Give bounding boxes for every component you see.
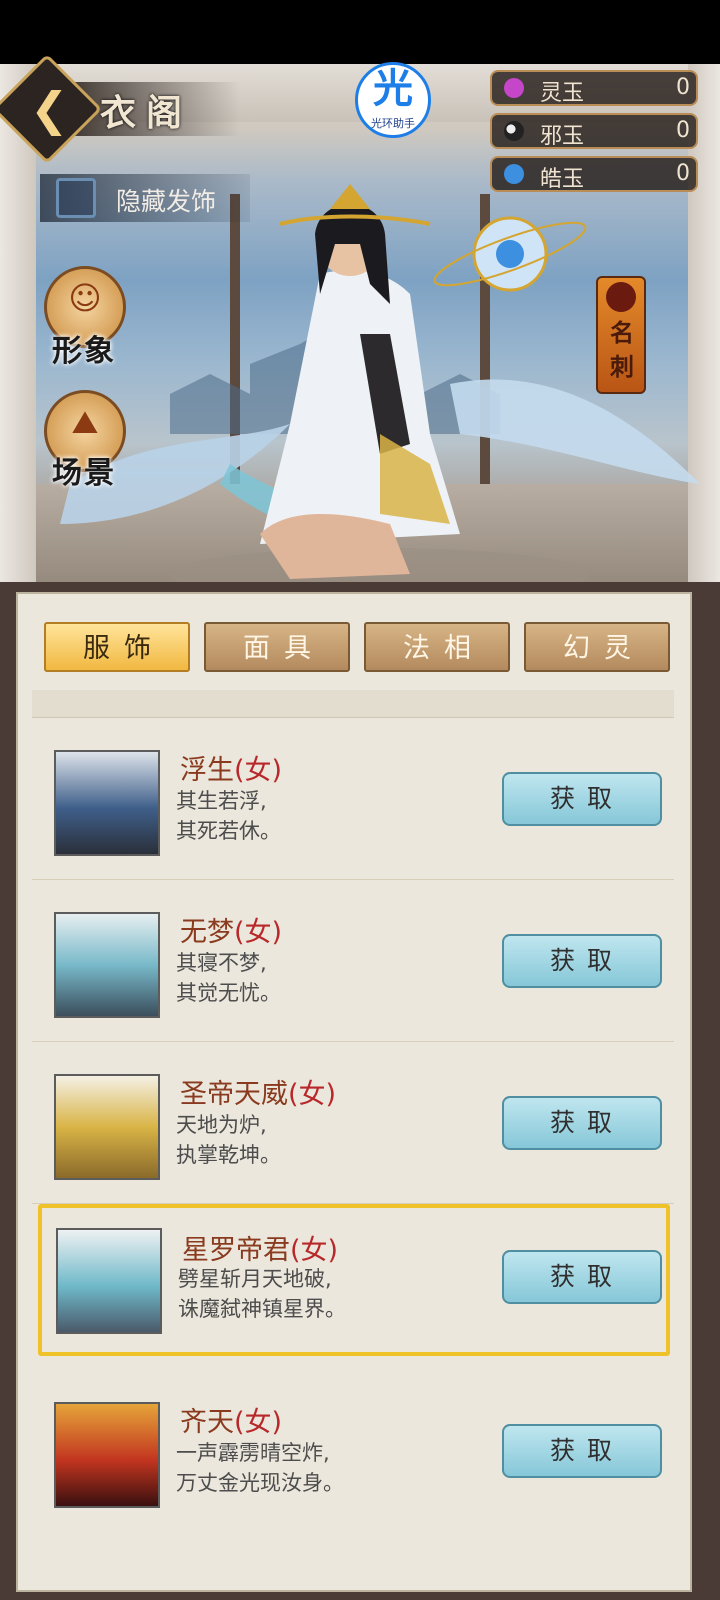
currency-value: 0 (676, 161, 690, 186)
name-card-label: 名刺 (610, 318, 634, 381)
currency-lingyu: 灵玉 0 (490, 70, 698, 106)
item-title: 星罗帝君 (182, 1235, 290, 1266)
desc-line: 其寝不梦, (176, 951, 267, 975)
list-header (32, 690, 674, 718)
currency-value: 0 (676, 118, 690, 143)
tab-mask[interactable]: 面具 (204, 622, 350, 672)
desc-line: 执掌乾坤。 (176, 1143, 281, 1167)
yin-yang-icon (504, 121, 524, 141)
appearance-label: 形象 (52, 334, 116, 369)
outfit-thumbnail (56, 1228, 162, 1334)
list-item: 齐天(女) 一声霹雳晴空炸, 万丈金光现汝身。 获取 (32, 1370, 674, 1532)
currency-name: 邪玉 (540, 124, 585, 149)
desc-line: 一声霹雳晴空炸, (176, 1441, 330, 1465)
currency-name: 皓玉 (540, 167, 585, 192)
outfit-thumbnail (54, 750, 160, 856)
obtain-button[interactable]: 获取 (502, 772, 662, 826)
currency-value: 0 (676, 75, 690, 100)
page-title: 衣阁 (100, 92, 193, 134)
currency-haoyu: 皓玉 0 (490, 156, 698, 192)
character-figure (60, 184, 700, 600)
item-description: 其生若浮, 其死若休。 (176, 786, 281, 846)
obtain-button[interactable]: 获取 (502, 1424, 662, 1478)
list-item: 浮生(女) 其生若浮, 其死若休。 获取 (32, 718, 674, 880)
item-title: 浮生 (180, 755, 234, 786)
outfit-thumbnail (54, 1402, 160, 1508)
item-sex: (女) (290, 1235, 339, 1266)
desc-line: 诛魔弑神镇星界。 (178, 1297, 346, 1321)
item-sex: (女) (288, 1079, 337, 1110)
outfit-thumbnail (54, 912, 160, 1018)
tab-dharma-form[interactable]: 法相 (364, 622, 510, 672)
tab-label: 法相 (403, 633, 485, 664)
obtain-button[interactable]: 获取 (502, 1096, 662, 1150)
currency-name: 灵玉 (540, 81, 585, 106)
obtain-button[interactable]: 获取 (502, 1250, 662, 1304)
item-name: 无梦(女) (180, 910, 282, 949)
portrait-icon: ☺ (68, 279, 102, 317)
chevron-left-icon[interactable]: ❮ (30, 86, 69, 132)
item-description: 劈星斩月天地破, 诛魔弑神镇星界。 (178, 1264, 346, 1324)
item-description: 一声霹雳晴空炸, 万丈金光现汝身。 (176, 1438, 344, 1498)
desc-line: 万丈金光现汝身。 (176, 1471, 344, 1495)
item-title: 无梦 (180, 917, 234, 948)
list-item: 无梦(女) 其寝不梦, 其觉无忧。 获取 (32, 880, 674, 1042)
purple-gem-icon (504, 78, 524, 98)
tab-label: 服饰 (83, 633, 165, 664)
list-item-selected: 星罗帝君(女) 劈星斩月天地破, 诛魔弑神镇星界。 获取 (38, 1204, 670, 1356)
item-name: 圣帝天威(女) (180, 1072, 336, 1111)
mountain-icon: ⛰ (71, 403, 99, 441)
list-item: 圣帝天威(女) 天地为炉, 执掌乾坤。 获取 (32, 1042, 674, 1204)
desc-line: 其死若休。 (176, 819, 281, 843)
status-bar (0, 0, 720, 64)
name-card-tag[interactable]: 名刺 (596, 276, 646, 394)
wardrobe-screen: ❮ 衣阁 光 光环助手 灵玉 0 邪玉 0 皓玉 0 隐藏发饰 ☺ 形象 ⛰ 场… (0, 0, 720, 1600)
tab-clothing[interactable]: 服饰 (44, 622, 190, 672)
item-description: 其寝不梦, 其觉无忧。 (176, 948, 281, 1008)
desc-line: 其觉无忧。 (176, 981, 281, 1005)
item-sex: (女) (234, 1407, 283, 1438)
logo-glyph: 光 (373, 66, 413, 112)
tab-spirit[interactable]: 幻灵 (524, 622, 670, 672)
item-sex: (女) (234, 755, 283, 786)
item-sex: (女) (234, 917, 283, 948)
hide-hair-checkbox[interactable] (56, 178, 96, 218)
scene-label: 场景 (52, 456, 116, 491)
hide-hair-label: 隐藏发饰 (116, 187, 217, 216)
desc-line: 其生若浮, (176, 789, 267, 813)
desc-line: 劈星斩月天地破, (178, 1267, 332, 1291)
item-name: 齐天(女) (180, 1400, 282, 1439)
tab-label: 面具 (243, 633, 325, 664)
outfit-thumbnail (54, 1074, 160, 1180)
currency-xieyu: 邪玉 0 (490, 113, 698, 149)
desc-line: 天地为炉, (176, 1113, 267, 1137)
item-title: 齐天 (180, 1407, 234, 1438)
seal-icon (606, 282, 636, 312)
tab-label: 幻灵 (563, 633, 645, 664)
item-name: 浮生(女) (180, 748, 282, 787)
obtain-button[interactable]: 获取 (502, 934, 662, 988)
blue-orb-icon (504, 164, 524, 184)
logo-caption: 光环助手 (371, 117, 415, 130)
item-name: 星罗帝君(女) (182, 1228, 338, 1267)
item-title: 圣帝天威 (180, 1079, 288, 1110)
item-description: 天地为炉, 执掌乾坤。 (176, 1110, 281, 1170)
overlay-logo: 光 光环助手 (355, 62, 431, 138)
